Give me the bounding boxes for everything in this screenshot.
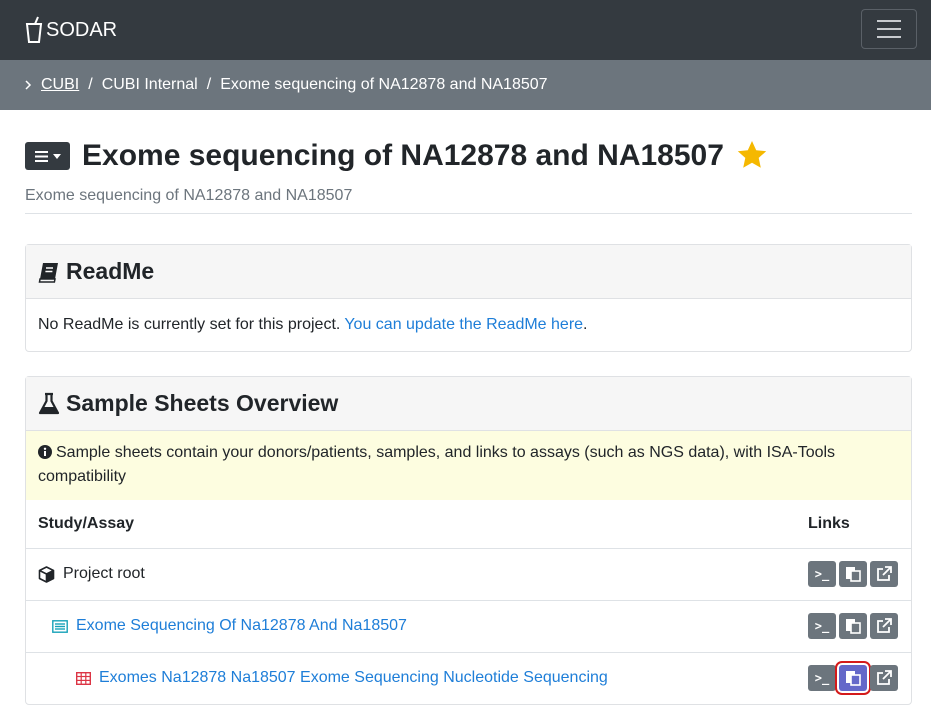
assay-link[interactable]: Exomes Na12878 Na18507 Exome Sequencing …: [99, 669, 608, 687]
open-link-button[interactable]: [870, 613, 898, 639]
clipboard-copy-icon: [846, 671, 861, 687]
book-icon: [38, 262, 58, 283]
copy-path-button[interactable]: [839, 561, 867, 587]
breadcrumb-current: Exome sequencing of NA12878 and NA18507: [220, 76, 548, 93]
page-title: Exome sequencing of NA12878 and NA18507: [82, 139, 724, 172]
irods-cmd-button[interactable]: >_: [808, 561, 836, 587]
project-description: Exome sequencing of NA12878 and NA18507: [25, 187, 912, 214]
sample-sheets-table: Study/Assay Links Project root >_ Exome …: [26, 500, 911, 704]
external-link-icon: [877, 566, 892, 581]
main-content: Exome sequencing of NA12878 and NA18507 …: [0, 137, 931, 705]
readme-trailing: .: [583, 316, 588, 333]
brand-link[interactable]: SODAR: [24, 16, 117, 44]
update-readme-link[interactable]: You can update the ReadMe here: [344, 316, 583, 334]
readme-title: ReadMe: [66, 258, 155, 284]
external-link-icon: [877, 618, 892, 633]
readme-text: No ReadMe is currently set for this proj…: [38, 316, 341, 333]
assay-table-icon: [76, 671, 91, 685]
table-row: Exomes Na12878 Na18507 Exome Sequencing …: [26, 652, 911, 704]
project-menu-button[interactable]: [25, 142, 70, 170]
chevron-right-icon: [25, 80, 32, 90]
table-row: Exome Sequencing Of Na12878 And Na18507 …: [26, 600, 911, 653]
open-link-button[interactable]: [870, 665, 898, 692]
hamburger-icon: [877, 20, 901, 22]
sample-sheets-card-header: Sample Sheets Overview: [26, 377, 911, 431]
clipboard-copy-icon: [846, 567, 861, 582]
external-link-icon: [877, 670, 892, 686]
list-icon: [34, 150, 48, 162]
clipboard-copy-icon: [846, 619, 861, 634]
navbar-toggle-button[interactable]: [861, 9, 917, 49]
cube-icon: [38, 565, 55, 583]
brand-name: SODAR: [46, 18, 118, 41]
irods-cmd-button[interactable]: >_: [808, 665, 836, 692]
breadcrumb-cubi-link[interactable]: CUBI: [41, 76, 79, 94]
breadcrumb-category: CUBI Internal: [101, 76, 198, 93]
study-link[interactable]: Exome Sequencing Of Na12878 And Na18507: [76, 617, 407, 635]
cup-logo-icon: [25, 16, 43, 43]
copy-path-button[interactable]: [835, 661, 871, 696]
sample-sheets-card: Sample Sheets Overview Sample sheets con…: [25, 376, 912, 705]
open-link-button[interactable]: [870, 561, 898, 587]
top-navbar: SODAR: [0, 0, 931, 60]
breadcrumb-separator: /: [206, 76, 212, 93]
readme-card-header: ReadMe: [26, 245, 911, 299]
readme-body: No ReadMe is currently set for this proj…: [26, 299, 911, 351]
project-root-label: Project root: [63, 565, 145, 582]
column-header-study-assay: Study/Assay: [26, 500, 808, 549]
table-row: Project root >_: [26, 548, 911, 601]
readme-card: ReadMe No ReadMe is currently set for th…: [25, 244, 912, 352]
sample-sheets-title: Sample Sheets Overview: [66, 390, 339, 416]
flask-icon: [38, 392, 60, 414]
star-icon[interactable]: [736, 140, 768, 170]
info-text: Sample sheets contain your donors/patien…: [38, 444, 836, 485]
irods-cmd-button[interactable]: >_: [808, 613, 836, 639]
breadcrumb: CUBI / CUBI Internal / Exome sequencing …: [0, 60, 931, 110]
page-title-row: Exome sequencing of NA12878 and NA18507: [25, 137, 912, 175]
caret-down-icon: [52, 153, 61, 159]
study-list-icon: [52, 619, 68, 633]
copy-path-button[interactable]: [839, 613, 867, 639]
breadcrumb-separator: /: [88, 76, 93, 93]
column-header-links: Links: [808, 500, 911, 549]
info-alert: Sample sheets contain your donors/patien…: [26, 431, 911, 500]
info-circle-icon: [38, 445, 52, 459]
